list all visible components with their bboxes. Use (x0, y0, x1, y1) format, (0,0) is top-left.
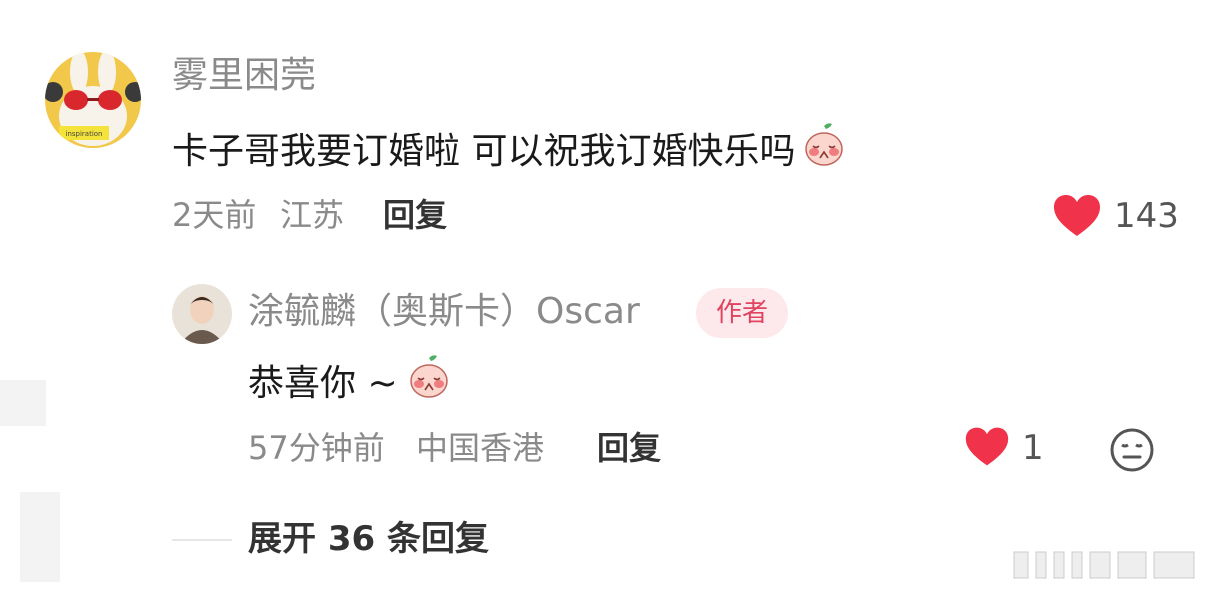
expand-divider (172, 539, 232, 541)
person-avatar-icon (172, 284, 232, 344)
comment: inspiration 雾里困莞 卡子哥我要订婚啦 可以祝我订婚快乐吗 2天前 … (0, 0, 1220, 250)
comment-text-row: 卡子哥我要订婚啦 可以祝我订婚快乐吗 (172, 122, 847, 181)
comment-text: 卡子哥我要订婚啦 可以祝我订婚快乐吗 (172, 130, 796, 172)
peach-face-emoji-icon (801, 122, 847, 181)
reply-like-button[interactable]: 1 (964, 424, 1054, 470)
reply-reply-button[interactable]: 回复 (597, 428, 661, 468)
comment-username[interactable]: 雾里困莞 (172, 54, 316, 98)
reply-time: 57分钟前 (248, 429, 385, 467)
avatar-caption: inspiration (66, 130, 103, 138)
comment-reply-button[interactable]: 回复 (383, 195, 447, 235)
expand-replies[interactable]: 展开 36 条回复 (0, 515, 1220, 565)
heart-icon (1054, 195, 1100, 236)
reply-text: 恭喜你 ~ (248, 362, 398, 404)
reply-location: 中国香港 (416, 429, 545, 467)
bunny-avatar-icon: inspiration (45, 52, 141, 148)
reply-username[interactable]: 涂毓麟（奥斯卡）Oscar (248, 290, 640, 334)
reaction-button[interactable] (1108, 426, 1156, 474)
expand-replies-label[interactable]: 展开 36 条回复 (248, 519, 489, 559)
avatar[interactable]: inspiration (45, 52, 141, 148)
reply-text-row: 恭喜你 ~ (248, 354, 452, 413)
reply: 涂毓麟（奥斯卡）Oscar 作者 恭喜你 ~ 57分钟前 中国香港 回复 1 (0, 270, 1220, 480)
reply-like-count: 1 (1022, 428, 1044, 468)
author-badge: 作者 (696, 288, 789, 338)
peach-face-emoji-icon (406, 354, 452, 413)
comment-location: 江苏 (280, 196, 345, 234)
reply-avatar[interactable] (172, 284, 232, 344)
comment-like-button[interactable]: 143 (1052, 192, 1192, 238)
heart-icon (965, 427, 1009, 466)
comment-like-count: 143 (1114, 196, 1179, 236)
neutral-face-icon (1110, 428, 1154, 472)
comment-time: 2天前 (172, 196, 257, 234)
